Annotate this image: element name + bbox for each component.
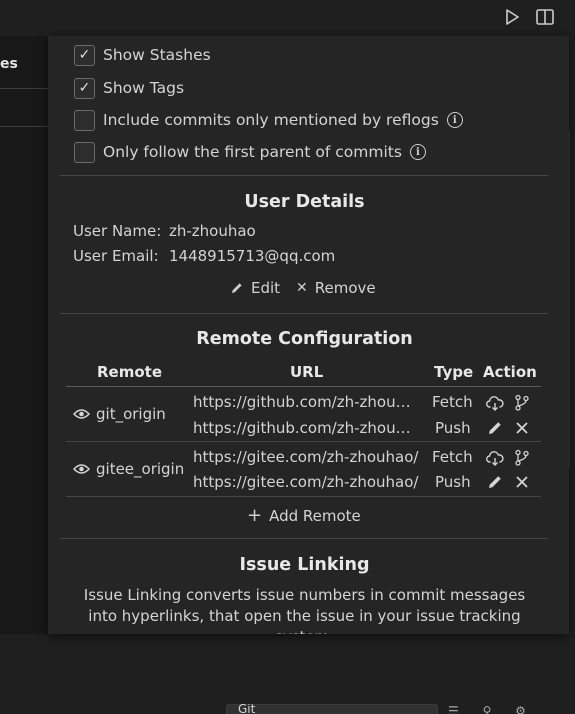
remote-push-type: Push [435,473,471,491]
remote-name: git_origin [73,405,166,423]
pencil-icon[interactable] [486,419,504,437]
remote-fetch-type: Fetch [432,393,473,411]
edit-label: Edit [251,279,281,297]
info-icon[interactable]: i [446,112,463,128]
remote-name-label: git_origin [96,405,166,423]
issue-linking-description: Issue Linking converts issue numbers in … [83,586,526,634]
pencil-icon[interactable] [486,473,504,491]
remote-config-title: Remote Configuration [196,329,413,349]
info-icon[interactable]: i [409,144,426,160]
checkbox[interactable]: ✓ [74,44,95,66]
title-bar [0,0,575,36]
cloud-download-icon[interactable] [486,394,504,412]
branch-icon[interactable] [513,449,531,467]
issue-linking-title: Issue Linking [239,555,370,575]
column-header-action: Action [483,363,537,381]
remove-user-button[interactable]: ✕ Remove [296,279,376,297]
user-email-label: User Email: [73,247,159,265]
checkbox[interactable]: ✓ [74,77,95,99]
divider [60,538,548,539]
edit-user-button[interactable]: Edit [230,279,280,297]
option-label: Include commits only mentioned by reflog… [103,111,439,129]
close-icon: ✕ [296,280,308,296]
remote-push-type: Push [435,419,471,437]
divider [60,175,548,176]
side-panel-divider [0,88,48,89]
remove-label: Remove [314,279,376,297]
option-label: Show Tags [103,79,185,97]
header-underline [475,386,541,387]
side-panel-label: es [0,56,18,72]
branch-icon[interactable] [513,394,531,412]
column-header-url: URL [290,363,324,381]
cloud-download-icon[interactable] [486,449,504,467]
user-details-title: User Details [244,192,365,212]
status-select[interactable] [226,704,438,714]
option-show-tags[interactable]: ✓ Show Tags [74,77,184,99]
close-icon[interactable] [513,419,531,437]
eye-icon[interactable] [73,408,90,420]
option-include-reflogs[interactable]: Include commits only mentioned by reflog… [74,109,463,131]
checkbox[interactable] [74,109,95,131]
remote-name-label: gitee_origin [96,460,185,478]
user-email-value: 1448915713@qq.com [169,247,336,265]
divider [60,313,548,314]
user-name-value: zh-zhouhao [169,222,256,240]
close-icon[interactable] [513,473,531,491]
column-header-remote: Remote [97,363,163,381]
column-header-type: Type [434,363,474,381]
status-icons: ☰ ⚲ ⚙ [448,704,536,714]
row-divider [66,496,541,497]
side-panel-divider [0,126,48,127]
pencil-icon [232,283,242,293]
remote-name: gitee_origin [73,460,184,478]
option-label: Only follow the first parent of commits [103,143,402,161]
option-label: Show Stashes [103,46,211,64]
header-underline [66,386,186,387]
remote-fetch-url: https://gitee.com/zh-zhouhao/ [193,448,419,466]
remote-fetch-type: Fetch [432,448,473,466]
run-icon[interactable] [501,6,523,28]
remote-fetch-url: https://github.com/zh-zhouhao/ [193,393,415,411]
option-first-parent[interactable]: Only follow the first parent of commits … [74,141,426,163]
add-remote-button[interactable]: + Add Remote [247,505,361,526]
row-divider [66,441,541,442]
user-name-label: User Name: [73,222,162,240]
status-select-label: Git [238,704,256,714]
header-underline [431,386,475,387]
eye-icon[interactable] [73,463,90,475]
remote-push-url: https://github.com/zh-zhouhao/ [193,419,415,437]
plus-icon: + [247,505,263,526]
settings-dialog: ✓ Show Stashes ✓ Show Tags Include commi… [48,36,569,634]
split-editor-icon[interactable] [534,6,556,28]
remote-push-url: https://gitee.com/zh-zhouhao/ [193,473,419,491]
add-remote-label: Add Remote [269,506,361,525]
option-show-stashes[interactable]: ✓ Show Stashes [74,44,211,66]
header-underline [186,386,431,387]
checkbox[interactable] [74,141,95,163]
